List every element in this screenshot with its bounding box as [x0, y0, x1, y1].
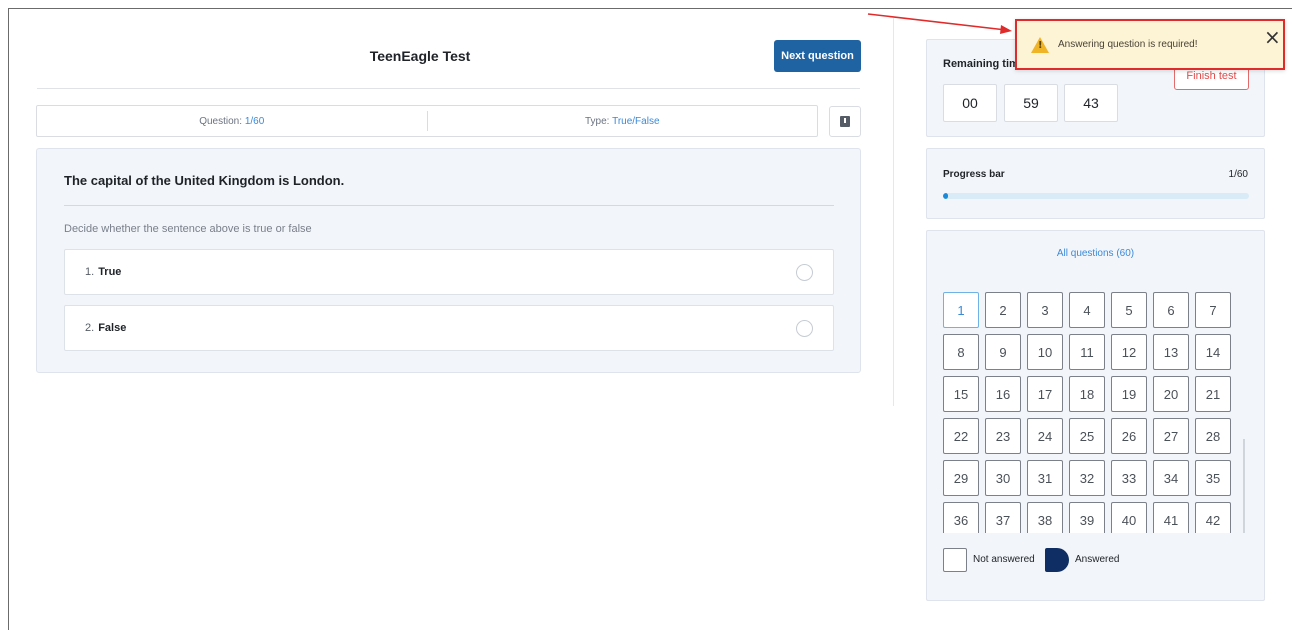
annotation-arrow-icon [867, 13, 1012, 34]
